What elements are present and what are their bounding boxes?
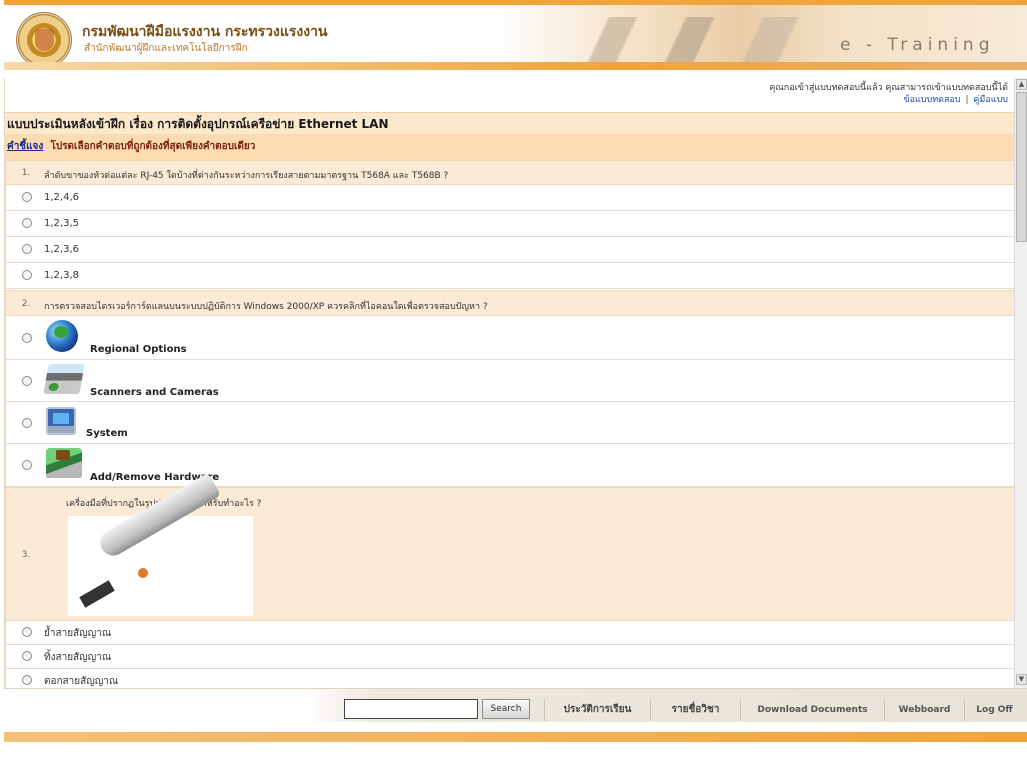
link-separator: | [965,95,969,105]
department-name: กรมพัฒนาฝีมือแรงงาน กระทรวงแรงงาน [82,24,328,40]
question-row: 3. เครื่องมือที่ปรากฏในรูปต่อไปนี้ ใช้สำ… [5,472,1014,621]
answer-label: 1,2,3,5 [44,218,79,229]
nav-log-off[interactable]: Log Off [964,699,1024,721]
answer-radio[interactable] [22,376,32,386]
hardware-icon [46,448,82,478]
department-subtitle: สำนักพัฒนาผู้ฝึกและเทคโนโลยีการฝึก [84,43,248,54]
answer-option[interactable]: 1,2,4,6 [5,185,1014,211]
instruction-label: คำชี้แจง [7,141,44,152]
search-input[interactable] [344,699,478,719]
site-header: กรมพัฒนาฝีมือแรงงาน กระทรวงแรงงาน สำนักพ… [4,0,1027,70]
scroll-up-icon[interactable]: ▲ [1016,79,1027,90]
scroll-thumb[interactable] [1016,92,1027,242]
answer-label: 1,2,3,8 [44,270,79,281]
quiz-title: แบบประเมินหลังเข้าฝึก เรื่อง การติดตั้งอ… [5,112,1014,134]
manual-link[interactable]: คู่มือแบบ [973,95,1008,105]
answer-label: ทิ้งสายสัญญาณ [44,652,112,663]
answer-radio[interactable] [22,192,32,202]
answer-option[interactable]: Scanners and Cameras [5,360,1014,402]
answer-radio[interactable] [22,627,32,637]
answer-option[interactable]: 1,2,3,6 [5,237,1014,263]
footer-nav: Search ประวัติการเรียน รายชื่อวิชา Downl… [4,688,1027,723]
punch-down-tool-image [68,472,253,616]
question-text: การตรวจสอบไดรเวอร์การ์ดแลนบนระบบปฏิบัติก… [44,302,488,312]
search-button[interactable]: Search [482,699,530,719]
answer-option[interactable]: Regional Options [5,316,1014,360]
answer-option[interactable]: System [5,402,1014,444]
question-number: 2. [21,299,31,309]
banner-graphic [544,17,874,63]
answer-radio[interactable] [22,244,32,254]
answer-option[interactable]: 1,2,3,8 [5,263,1014,289]
answer-radio[interactable] [22,418,32,428]
answer-option[interactable]: 1,2,3,5 [5,211,1014,237]
nav-learning-history[interactable]: ประวัติการเรียน [544,699,650,721]
scroll-down-icon[interactable]: ▼ [1016,674,1027,685]
answer-radio[interactable] [22,651,32,661]
header-divider [4,62,1027,70]
nav-webboard[interactable]: Webboard [884,699,964,721]
answer-radio[interactable] [22,460,32,470]
answer-radio[interactable] [22,218,32,228]
vertical-scrollbar[interactable]: ▲ ▼ [1014,78,1027,688]
department-logo [16,12,72,68]
user-info: คุณกอเข้าสู่แบบทดสอบนี้แล้ว คุณสามารถเข้… [769,82,1008,106]
answer-label: 1,2,3,6 [44,244,79,255]
answer-option[interactable]: Add/Remove Hardware [5,444,1014,487]
answer-option[interactable]: ตอกสายสัญญาณ [5,669,1014,688]
info-links: ข้อแบบทดสอบ | คู่มือแบบ [769,94,1008,106]
instruction-row: คำชี้แจง โปรดเลือกคำตอบที่ถูกต้องที่สุดเ… [5,134,1014,160]
nav-course-list[interactable]: รายชื่อวิชา [650,699,740,721]
answer-radio[interactable] [22,270,32,280]
question-number: 3. [21,550,31,560]
question-text: ลำดับขาของหัวต่อแต่ละ RJ-45 ใดบ้างที่ต่า… [44,171,449,181]
answer-label: ตอกสายสัญญาณ [44,676,119,687]
nav-download-documents[interactable]: Download Documents [740,699,884,721]
scanner-icon [43,364,85,394]
instruction-text: โปรดเลือกคำตอบที่ถูกต้องที่สุดเพียงคำตอบ… [50,141,256,152]
answer-option[interactable]: ย้ำสายสัญญาณ [5,621,1014,645]
answer-label: Scanners and Cameras [90,387,219,398]
bottom-bar [4,722,1027,759]
question-row: 1. ลำดับขาของหัวต่อแต่ละ RJ-45 ใดบ้างที่… [5,160,1014,185]
globe-icon [46,320,78,352]
app-window: กรมพัฒนาฝีมือแรงงาน กระทรวงแรงงาน สำนักพ… [0,0,1027,759]
tool-blade [79,580,115,608]
answer-radio[interactable] [22,333,32,343]
question-number: 1. [21,168,31,178]
answer-radio[interactable] [22,675,32,685]
answer-label: Regional Options [90,344,187,355]
answer-label: 1,2,4,6 [44,192,79,203]
answer-option[interactable]: ทิ้งสายสัญญาณ [5,645,1014,669]
content-frame: คุณกอเข้าสู่แบบทดสอบนี้แล้ว คุณสามารถเข้… [4,78,1014,688]
tool-button [138,568,148,578]
answer-label: ย้ำสายสัญญาณ [44,628,112,639]
test-link[interactable]: ข้อแบบทดสอบ [903,95,960,105]
banner-title: e - Training [840,35,995,55]
bottom-stripe [4,732,1027,742]
question-row: 2. การตรวจสอบไดรเวอร์การ์ดแลนบนระบบปฏิบั… [5,290,1014,316]
answer-label: System [86,428,128,439]
user-info-text: คุณกอเข้าสู่แบบทดสอบนี้แล้ว คุณสามารถเข้… [769,83,1008,93]
system-icon [46,407,76,435]
